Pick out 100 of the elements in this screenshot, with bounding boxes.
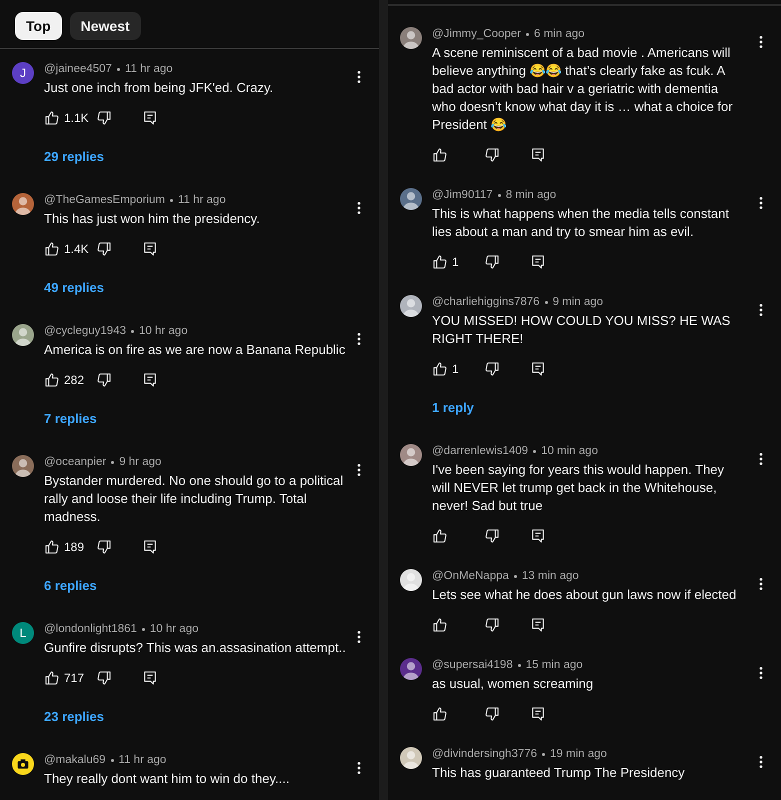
author-name[interactable]: @TheGamesEmporium [44, 192, 165, 208]
like-button[interactable]: 1.4K [44, 240, 96, 258]
author-name[interactable]: @charliehiggins7876 [432, 294, 540, 310]
like-button[interactable]: 282 [44, 371, 96, 389]
comment-text: Gunfire disrupts? This was an.assasination attempt.. [44, 639, 347, 657]
sort-tab[interactable]: Newest [70, 12, 141, 40]
reply-icon[interactable] [530, 361, 546, 377]
dislike-icon[interactable] [96, 240, 112, 257]
reply-icon[interactable] [530, 147, 546, 163]
separator-dot [110, 758, 114, 762]
comment-time: 9 min ago [552, 295, 604, 310]
dislike-icon[interactable] [96, 538, 112, 555]
author-name[interactable]: @Jimmy_Cooper [432, 26, 522, 42]
author-name[interactable]: @cycleguy1943 [44, 323, 126, 339]
like-button[interactable]: 1 [432, 253, 484, 271]
separator-dot [533, 450, 536, 452]
like-button[interactable]: 1.1K [44, 109, 96, 127]
comment-time: 10 hr ago [139, 324, 188, 339]
reply-icon[interactable] [530, 528, 546, 544]
thumbs-up-icon [44, 241, 60, 257]
separator-dot [142, 628, 145, 630]
avatar: L [12, 622, 34, 644]
comment-text: I've been saying for years this would happen. They will NEVER let trump get back in the Whitehouse, never! Sad but true [432, 461, 726, 515]
thumbs-up-icon [432, 528, 448, 544]
sort-tab[interactable]: Top [15, 12, 62, 40]
separator-dot [542, 752, 546, 756]
author-name[interactable]: @OnMeNappa [432, 568, 509, 584]
dislike-icon[interactable] [484, 528, 500, 544]
dislike-icon[interactable] [484, 254, 500, 270]
author-name[interactable]: @Jim90117 [432, 187, 493, 203]
author-name[interactable]: @darrenlewis1409 [432, 443, 528, 459]
separator-dot [526, 32, 530, 36]
dislike-icon[interactable] [96, 670, 112, 686]
comment-time: 13 min ago [522, 569, 579, 584]
dislike-icon[interactable] [96, 110, 112, 126]
like-button[interactable]: 189 [44, 538, 96, 556]
replies-link[interactable]: 7 replies [44, 410, 97, 428]
thumbs-up-icon [44, 372, 60, 388]
reply-icon[interactable] [530, 254, 546, 270]
comment-time: 10 hr ago [150, 622, 198, 637]
reply-icon[interactable] [142, 670, 158, 686]
thumbs-up-icon [44, 110, 60, 126]
separator-dot [170, 198, 173, 202]
separator-dot [116, 68, 120, 70]
comment-text: YOU MISSED! HOW COULD YOU MISS? HE WAS RIGHT THERE! [432, 312, 732, 348]
dislike-icon[interactable] [96, 372, 112, 388]
comment-text: This is what happens when the media tells constant lies about a man and try to smear him as evil. [432, 205, 730, 241]
comment-time: 11 hr ago [118, 753, 166, 768]
replies-link[interactable]: 6 replies [44, 577, 97, 595]
comment-time: 10 min ago [541, 444, 598, 459]
reply-icon[interactable] [142, 539, 158, 555]
avatar: J [12, 62, 34, 84]
thumbs-up-icon [44, 670, 60, 686]
like-button[interactable]: 1 [432, 360, 484, 378]
comment-text: They really dont want him to win do they.... [44, 770, 290, 788]
author-name[interactable]: @jainee4507 [44, 61, 112, 77]
thumbs-up-icon [432, 617, 448, 633]
like-button[interactable]: 717 [44, 669, 96, 687]
comment-text: Bystander murdered. No one should go to a political rally and loose their life including Trump. Total madness. [44, 472, 344, 526]
author-name[interactable]: @londonlight1861 [44, 621, 137, 637]
author-name[interactable]: @makalu69 [44, 752, 106, 768]
comment-time: 9 hr ago [119, 455, 162, 470]
dislike-icon[interactable] [484, 360, 500, 377]
comment-text: Just one inch from being JFK'ed. Crazy. [44, 79, 274, 97]
comment-time: 11 hr ago [178, 193, 226, 208]
separator-dot [498, 194, 501, 196]
separator-dot [131, 330, 134, 332]
dislike-icon[interactable] [484, 706, 500, 722]
reply-icon[interactable] [530, 617, 546, 633]
separator-dot [518, 664, 521, 666]
comment-time: 11 hr ago [124, 62, 173, 77]
replies-link[interactable]: 29 replies [44, 148, 104, 166]
replies-link[interactable]: 49 replies [44, 279, 104, 297]
comment-text: as usual, women screaming [432, 675, 594, 693]
comment-text: America is on fire as we are now a Banana Republic [44, 341, 346, 359]
separator-dot [111, 460, 114, 464]
camera-icon [16, 757, 30, 771]
thumbs-up-icon [432, 361, 448, 377]
author-name[interactable]: @oceanpier [44, 454, 106, 470]
separator-dot [544, 300, 548, 304]
comment-text: This has just won him the presidency. [44, 210, 261, 228]
author-name[interactable]: @divindersingh3776 [432, 746, 538, 762]
author-name[interactable]: @supersai4198 [432, 657, 513, 673]
comment-time: 15 min ago [526, 658, 583, 673]
dislike-icon[interactable] [484, 146, 500, 163]
comment-text: Lets see what he does about gun laws now if elected [432, 586, 738, 604]
reply-icon[interactable] [142, 110, 158, 126]
thumbs-up-icon [432, 254, 448, 270]
comment-text: This has guaranteed Trump The Presidency [432, 764, 686, 782]
thumbs-up-icon [432, 147, 448, 163]
replies-link[interactable]: 23 replies [44, 708, 104, 726]
dislike-icon[interactable] [484, 616, 500, 633]
reply-icon[interactable] [142, 372, 158, 388]
comment-time: 6 min ago [534, 27, 585, 42]
replies-link[interactable]: 1 reply [432, 399, 474, 417]
reply-icon[interactable] [142, 241, 158, 257]
separator-dot [514, 574, 517, 578]
comment-time: 8 min ago [506, 188, 556, 203]
reply-icon[interactable] [530, 706, 546, 722]
thumbs-up-icon [44, 539, 60, 555]
